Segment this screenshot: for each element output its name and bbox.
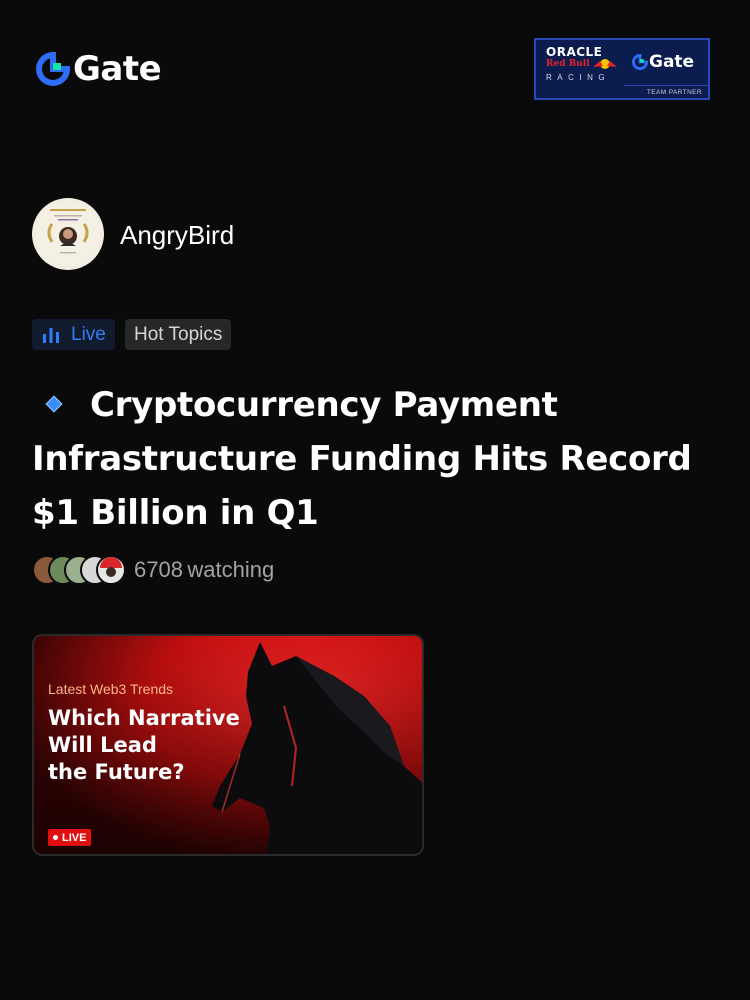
watchers-row: 6708 watching — [32, 553, 274, 587]
watching-label: watching — [187, 557, 275, 582]
certificate-avatar-image — [36, 202, 100, 266]
live-tag[interactable]: Live — [32, 319, 115, 350]
watching-count: 6708 — [134, 557, 183, 582]
video-kicker: Latest Web3 Trends — [48, 681, 174, 697]
live-tag-label: Live — [71, 323, 106, 345]
partner-divider — [624, 85, 708, 86]
post-headline-text: Cryptocurrency Payment Infrastructure Fu… — [32, 385, 692, 533]
live-badge: LIVE — [48, 829, 92, 846]
partner-brand: Gate — [632, 52, 694, 72]
gate-logo-icon — [632, 54, 648, 70]
live-dot-icon — [53, 835, 58, 840]
hot-topics-tag[interactable]: Hot Topics — [125, 319, 232, 350]
author-avatar[interactable] — [32, 198, 104, 270]
video-title: Which Narrative Will Lead the Future? — [48, 706, 240, 784]
brand-name: Gate — [73, 49, 162, 89]
author-username[interactable]: AngryBird — [120, 218, 234, 252]
post-headline[interactable]: Cryptocurrency Payment Infrastructure Fu… — [32, 378, 722, 540]
partner-brand-name: Gate — [649, 52, 695, 72]
gate-logo-icon — [36, 52, 70, 86]
blue-diamond-icon — [45, 395, 63, 412]
watcher-avatars — [32, 553, 130, 587]
red-bull-icon — [593, 59, 617, 69]
partner-caption: TEAM PARTNER — [646, 89, 702, 96]
bar-chart-icon — [43, 327, 59, 343]
team-partner-badge: ORACLE Red Bull RACING Gate TEAM PARTNER — [534, 38, 710, 100]
live-badge-label: LIVE — [62, 831, 87, 844]
gate-logo[interactable]: Gate — [36, 49, 162, 89]
watcher-avatar — [96, 555, 126, 585]
partner-line2: Red Bull — [546, 59, 590, 69]
partner-line3: RACING — [546, 73, 611, 82]
live-video-card[interactable]: Latest Web3 Trends Which Narrative Will … — [32, 634, 424, 856]
